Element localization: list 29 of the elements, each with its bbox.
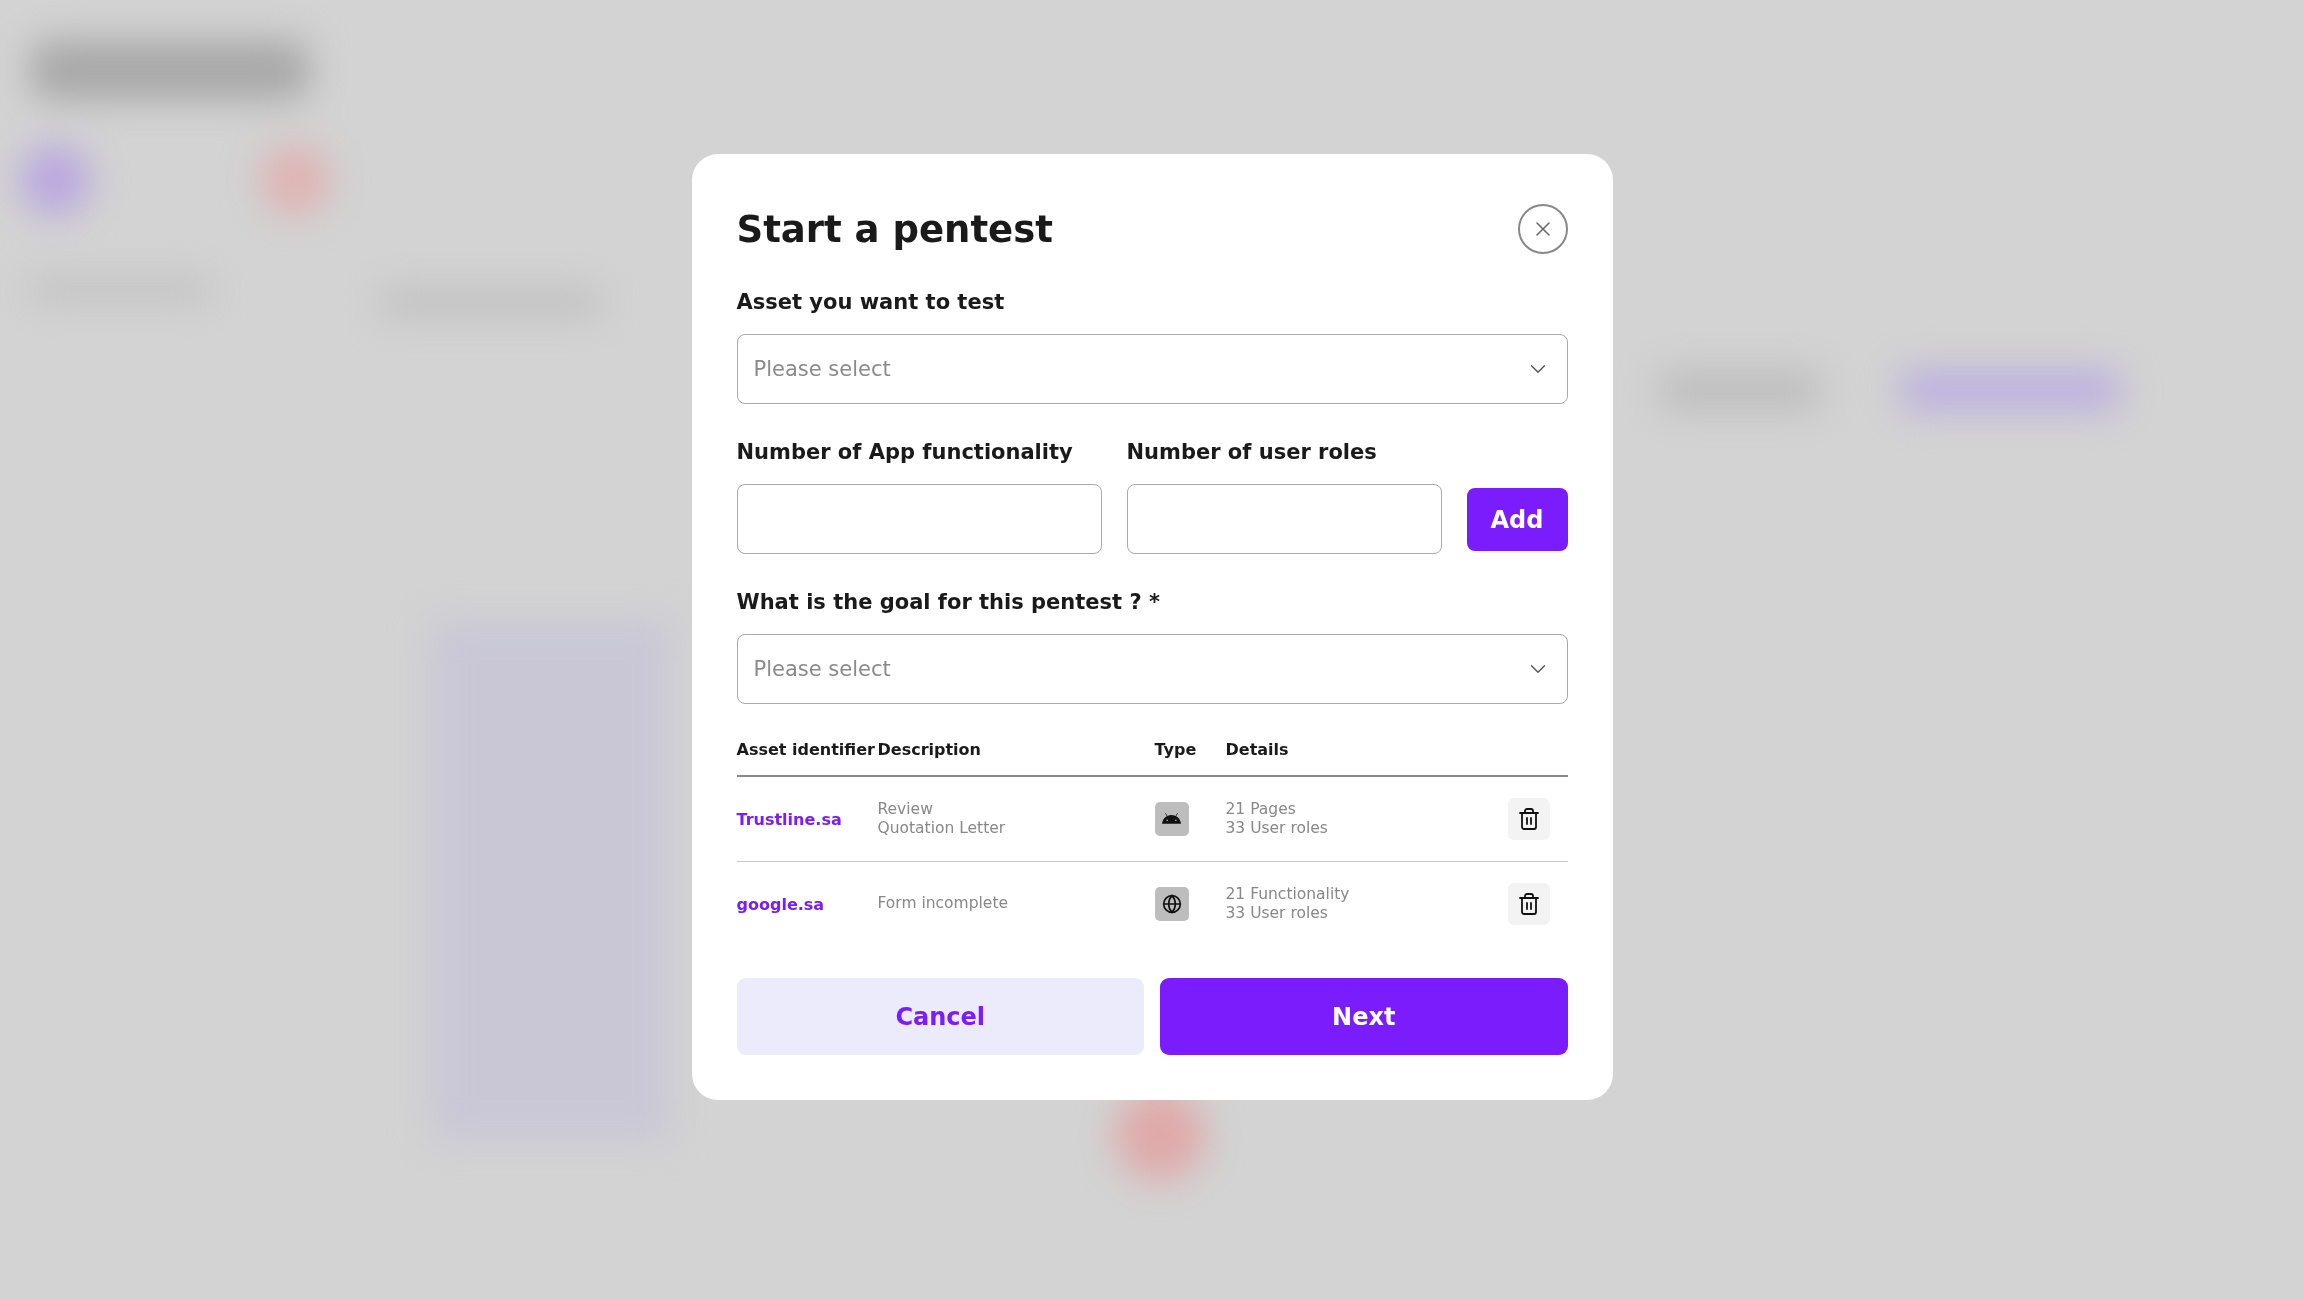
user-roles-input[interactable] (1126, 484, 1442, 554)
field-label: Number of App functionality (736, 440, 1074, 464)
delete-button[interactable] (1507, 883, 1550, 925)
trash-icon (1516, 807, 1541, 831)
details-cell-text: 21 Pages 33 User roles (1225, 799, 1329, 839)
field-label: Asset you want to test (736, 290, 1006, 314)
goal-select[interactable]: Please select (736, 634, 1568, 704)
asset-select[interactable]: Please select (736, 334, 1568, 404)
close-button[interactable] (1517, 204, 1568, 254)
globe-icon (1154, 887, 1189, 921)
next-button[interactable]: Next (1160, 978, 1568, 1055)
dialog-title: Start a pentest (736, 207, 1053, 251)
column-header: Asset identifier (736, 740, 876, 759)
details-cell-text: 21 Functionality 33 User roles (1225, 884, 1351, 924)
cancel-button[interactable]: Cancel (736, 978, 1144, 1055)
column-header: Description (877, 740, 982, 759)
android-icon (1154, 802, 1189, 836)
trash-icon (1516, 892, 1541, 916)
asset-link[interactable]: Trustline.sa (736, 809, 842, 829)
field-label: What is the goal for this pentest ? * (736, 590, 1161, 614)
column-header: Type (1154, 740, 1198, 759)
description-cell-text: Form incomplete (877, 894, 1009, 914)
add-button[interactable]: Add (1466, 488, 1568, 551)
column-header: Details (1225, 740, 1290, 759)
description-cell-text: Review Quotation Letter (877, 799, 1007, 839)
delete-button[interactable] (1507, 798, 1550, 840)
functionality-input[interactable] (736, 484, 1102, 554)
field-label: Number of user roles (1126, 440, 1378, 464)
asset-link[interactable]: google.sa (736, 894, 825, 914)
